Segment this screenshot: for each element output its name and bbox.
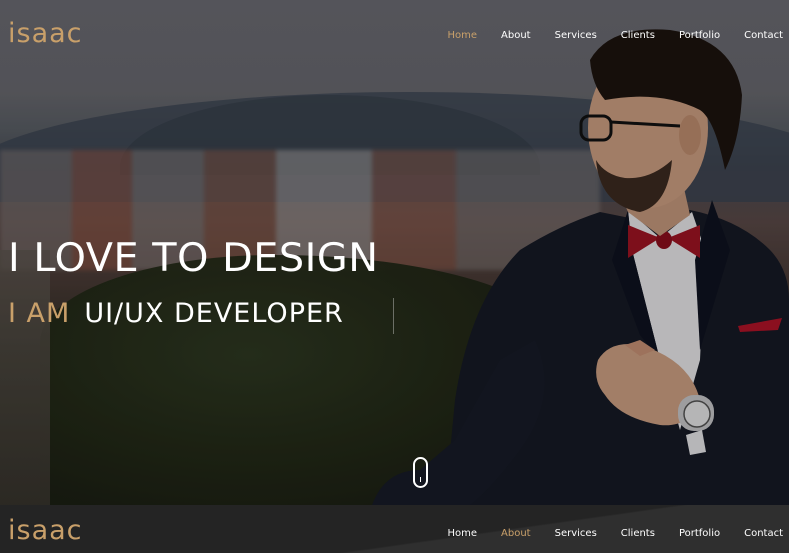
hero-prefix: I AM [8, 298, 71, 329]
brand-logo-sticky[interactable]: isaac [8, 515, 83, 546]
sticky-nav-item-services[interactable]: Services [555, 528, 597, 539]
nav-item-clients[interactable]: Clients [621, 30, 655, 41]
mouse-wheel-icon [420, 477, 421, 482]
sticky-navigation-bar: isaac Home About Services Clients Portfo… [0, 505, 789, 553]
hero-role: UI/UX DEVELOPER [84, 298, 344, 329]
sticky-nav-item-contact[interactable]: Contact [744, 528, 783, 539]
top-nav-menu: Home About Services Clients Portfolio Co… [424, 30, 784, 41]
brand-logo[interactable]: isaac [8, 18, 83, 49]
nav-item-portfolio[interactable]: Portfolio [679, 30, 720, 41]
mouse-scroll-icon[interactable] [413, 457, 428, 488]
typing-cursor [393, 298, 394, 334]
sticky-nav-item-portfolio[interactable]: Portfolio [679, 528, 720, 539]
nav-item-services[interactable]: Services [555, 30, 597, 41]
nav-item-about[interactable]: About [501, 30, 531, 41]
sticky-nav-menu: Home About Services Clients Portfolio Co… [424, 528, 784, 539]
sticky-nav-item-home[interactable]: Home [448, 528, 478, 539]
top-navigation: isaac Home About Services Clients Portfo… [0, 0, 789, 70]
nav-item-contact[interactable]: Contact [744, 30, 783, 41]
hero-section: isaac Home About Services Clients Portfo… [0, 0, 789, 505]
hero-subline: I AM UI/UX DEVELOPER [8, 298, 344, 329]
sticky-nav-item-clients[interactable]: Clients [621, 528, 655, 539]
hero-headline: I LOVE TO DESIGN [8, 236, 379, 281]
sticky-nav-item-about[interactable]: About [501, 528, 531, 539]
nav-item-home[interactable]: Home [448, 30, 478, 41]
